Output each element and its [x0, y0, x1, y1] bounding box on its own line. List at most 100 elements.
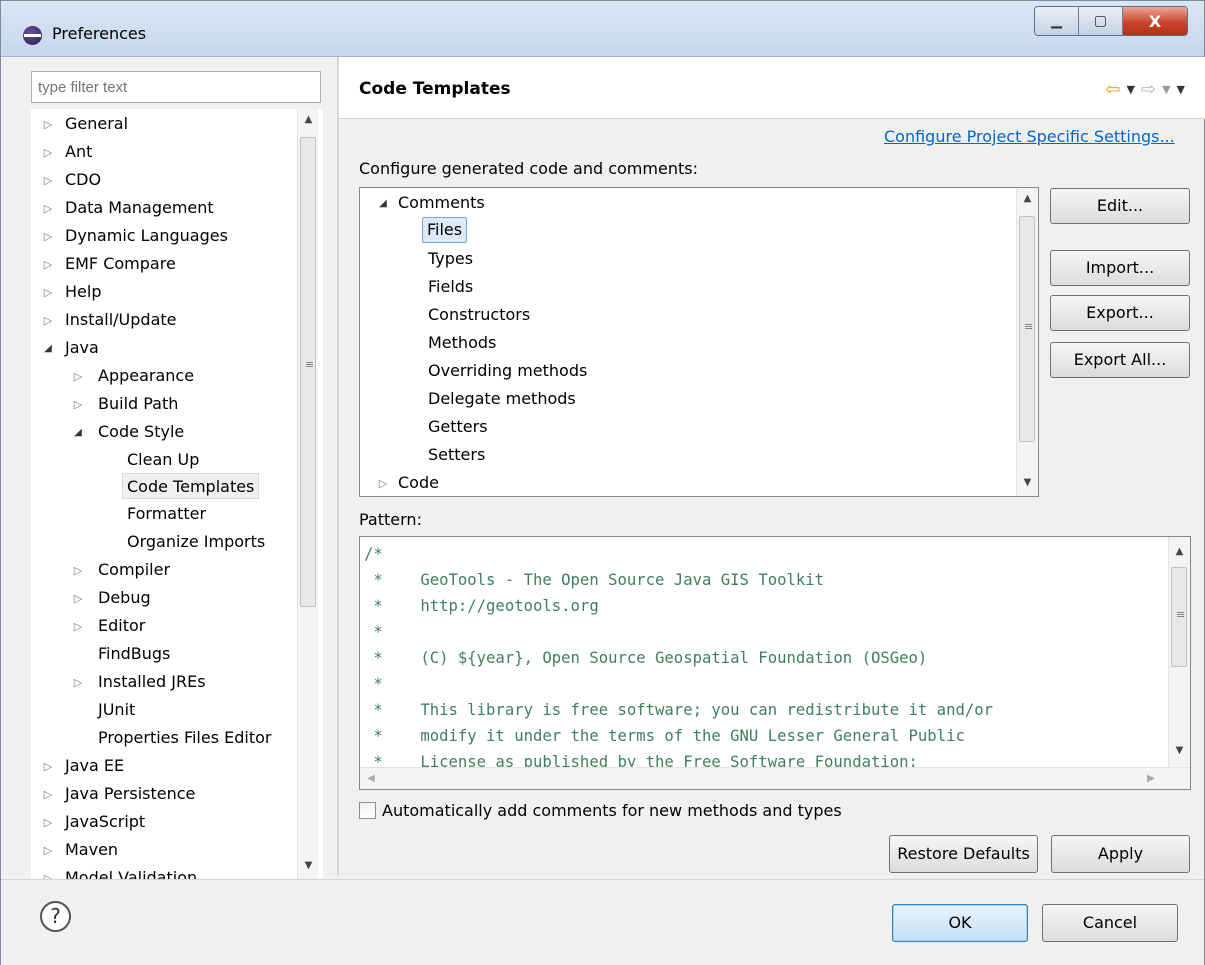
template-item-getters[interactable]: Getters	[428, 415, 488, 441]
forward-dropdown-icon[interactable]: ▼	[1162, 83, 1170, 96]
maximize-button[interactable]: ▢	[1079, 7, 1123, 35]
tree-item-junit[interactable]: JUnit	[98, 697, 135, 723]
scroll-down-icon[interactable]: ▼	[298, 855, 319, 877]
pattern-hscrollbar[interactable]: ◀ ▶	[360, 767, 1190, 789]
pattern-text[interactable]: /* * GeoTools - The Open Source Java GIS…	[364, 541, 993, 789]
scroll-up-icon[interactable]: ▲	[1017, 188, 1038, 210]
export-all-button[interactable]: Export All...	[1050, 342, 1190, 378]
template-item-setters[interactable]: Setters	[428, 443, 485, 469]
expand-arrow-icon[interactable]: ▷	[71, 392, 85, 418]
tree-item-debug[interactable]: ▷ Debug	[71, 585, 151, 611]
template-item-delegate-methods[interactable]: Delegate methods	[428, 387, 576, 413]
tree-item-model-validation[interactable]: ▷ Model Validation	[41, 865, 197, 879]
restore-defaults-button[interactable]: Restore Defaults	[889, 835, 1038, 873]
expand-arrow-icon[interactable]: ▷	[41, 224, 55, 250]
expand-arrow-icon[interactable]: ▷	[41, 196, 55, 222]
edit-button[interactable]: Edit...	[1050, 188, 1190, 224]
tree-item-organize-imports[interactable]: Organize Imports	[127, 529, 265, 555]
expand-arrow-icon[interactable]: ▷	[41, 782, 55, 808]
expand-arrow-icon[interactable]: ▷	[41, 810, 55, 836]
template-item-constructors[interactable]: Constructors	[428, 303, 530, 329]
expand-arrow-icon[interactable]: ▷	[41, 838, 55, 864]
tree-item-data-management[interactable]: ▷ Data Management	[41, 195, 214, 221]
configure-project-settings-link[interactable]: Configure Project Specific Settings...	[884, 127, 1175, 146]
ok-button[interactable]: OK	[892, 904, 1028, 942]
scroll-down-icon[interactable]: ▼	[1169, 740, 1190, 762]
forward-arrow-icon[interactable]: ⇨	[1141, 79, 1156, 100]
collapse-arrow-icon[interactable]: ◢	[376, 192, 390, 216]
tree-item-general[interactable]: ▷ General	[41, 111, 128, 137]
tree-item-java[interactable]: ◢ Java	[41, 335, 99, 361]
tree-item-java-persistence[interactable]: ▷ Java Persistence	[41, 781, 196, 808]
tree-item-help[interactable]: ▷ Help	[41, 279, 102, 306]
tree-item-installed-jres[interactable]: ▷ Installed JREs	[71, 669, 206, 695]
pattern-vscrollbar[interactable]: ▲ ≡ ▼	[1168, 537, 1190, 768]
pattern-editor[interactable]: /* * GeoTools - The Open Source Java GIS…	[359, 536, 1191, 790]
help-icon[interactable]: ?	[40, 901, 71, 932]
template-item-types[interactable]: Types	[428, 247, 473, 273]
expand-arrow-icon[interactable]: ▷	[41, 168, 55, 194]
view-menu-icon[interactable]: ▼	[1177, 83, 1185, 96]
expand-arrow-icon[interactable]: ▷	[71, 670, 85, 696]
expand-arrow-icon[interactable]: ▷	[71, 614, 85, 640]
tree-item-compiler[interactable]: ▷ Compiler	[71, 557, 170, 583]
filter-input[interactable]	[31, 71, 321, 103]
expand-arrow-icon[interactable]: ▷	[41, 252, 55, 278]
expand-arrow-icon[interactable]: ▷	[41, 112, 55, 138]
template-item-overriding-methods[interactable]: Overriding methods	[428, 359, 587, 385]
collapse-arrow-icon[interactable]: ◢	[41, 336, 55, 362]
expand-arrow-icon[interactable]: ▷	[41, 308, 55, 334]
tree-item-formatter[interactable]: Formatter	[127, 501, 206, 527]
export-button[interactable]: Export...	[1050, 295, 1190, 331]
tree-item-javascript[interactable]: ▷ JavaScript	[41, 809, 145, 835]
tree-item-editor[interactable]: ▷ Editor	[71, 613, 146, 640]
close-button[interactable]: X	[1123, 7, 1187, 35]
tree-item-install-update[interactable]: ▷ Install/Update	[41, 307, 177, 333]
tree-item-properties-files-editor[interactable]: Properties Files Editor	[98, 725, 272, 751]
scroll-right-icon[interactable]: ▶	[1140, 768, 1162, 789]
tree-item-ant[interactable]: ▷ Ant	[41, 139, 93, 166]
apply-button[interactable]: Apply	[1051, 835, 1190, 873]
tree-item-clean-up[interactable]: Clean Up	[127, 447, 199, 473]
tree-item-code-templates[interactable]: Code Templates	[122, 473, 260, 499]
scroll-up-icon[interactable]: ▲	[1169, 541, 1190, 563]
tree-item-emf-compare[interactable]: ▷ EMF Compare	[41, 251, 176, 277]
template-item-fields[interactable]: Fields	[428, 275, 473, 301]
scroll-thumb[interactable]: ≡	[300, 137, 316, 607]
pane-splitter[interactable]	[337, 57, 339, 877]
expand-arrow-icon[interactable]: ▷	[41, 866, 55, 879]
scroll-up-icon[interactable]: ▲	[298, 109, 319, 131]
collapse-arrow-icon[interactable]: ◢	[71, 420, 85, 446]
expand-arrow-icon[interactable]: ▷	[71, 586, 85, 612]
template-item-methods[interactable]: Methods	[428, 331, 496, 357]
templates-scrollbar[interactable]: ▲ ≡ ▼	[1016, 188, 1038, 496]
scroll-down-icon[interactable]: ▼	[1017, 472, 1038, 494]
template-group-code[interactable]: ▷ Code	[376, 471, 439, 496]
auto-comments-option[interactable]: Automatically add comments for new metho…	[359, 801, 842, 820]
tree-item-java-ee[interactable]: ▷ Java EE	[41, 753, 124, 779]
template-item-files[interactable]: Files	[422, 217, 468, 243]
back-dropdown-icon[interactable]: ▼	[1127, 83, 1135, 96]
scroll-left-icon[interactable]: ◀	[360, 768, 382, 789]
tree-item-maven[interactable]: ▷ Maven	[41, 837, 118, 863]
expand-arrow-icon[interactable]: ▷	[71, 364, 85, 390]
tree-item-dynamic-languages[interactable]: ▷ Dynamic Languages	[41, 223, 228, 249]
tree-item-code-style[interactable]: ◢ Code Style	[71, 419, 184, 445]
expand-arrow-icon[interactable]: ▷	[376, 472, 390, 496]
back-arrow-icon[interactable]: ⇦	[1105, 79, 1120, 100]
template-group-comments[interactable]: ◢ Comments	[376, 191, 485, 217]
auto-comments-checkbox[interactable]	[359, 802, 376, 819]
tree-item-appearance[interactable]: ▷ Appearance	[71, 363, 194, 389]
cancel-button[interactable]: Cancel	[1042, 904, 1178, 942]
scroll-thumb[interactable]: ≡	[1019, 216, 1035, 442]
scroll-thumb[interactable]: ≡	[1171, 567, 1187, 667]
tree-item-cdo[interactable]: ▷ CDO	[41, 167, 101, 193]
import-button[interactable]: Import...	[1050, 250, 1190, 286]
expand-arrow-icon[interactable]: ▷	[41, 280, 55, 306]
tree-scrollbar[interactable]: ▲ ≡ ▼	[297, 109, 318, 879]
tree-item-build-path[interactable]: ▷ Build Path	[71, 391, 179, 418]
tree-item-findbugs[interactable]: FindBugs	[98, 641, 170, 667]
expand-arrow-icon[interactable]: ▷	[41, 140, 55, 166]
expand-arrow-icon[interactable]: ▷	[41, 754, 55, 780]
minimize-button[interactable]: ▁	[1035, 7, 1079, 35]
